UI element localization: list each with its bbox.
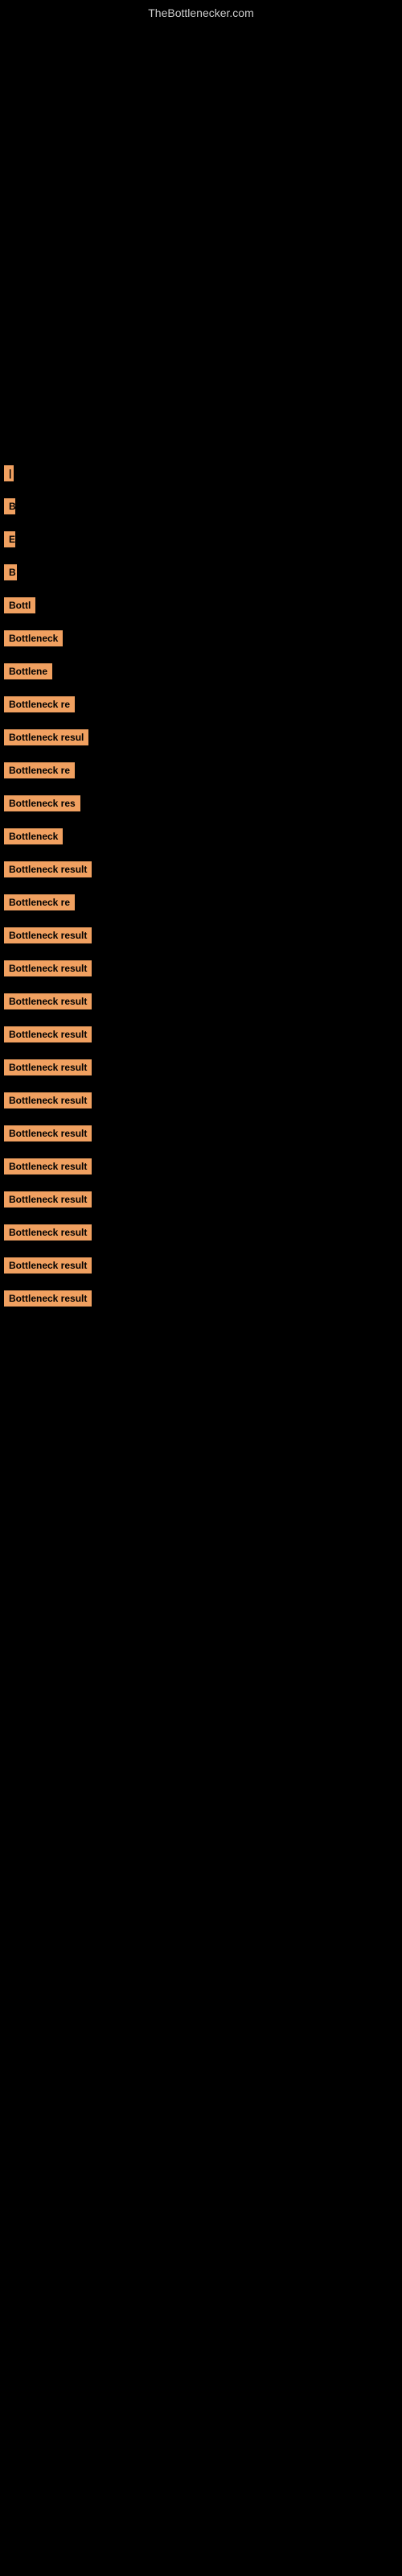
list-item: Bottleneck result [0,1125,402,1152]
bottleneck-label[interactable]: Bottleneck re [4,894,75,910]
list-item: Bottleneck re [0,762,402,789]
bottleneck-label[interactable]: Bottleneck result [4,1158,92,1174]
bottleneck-label[interactable]: Bottleneck re [4,762,75,778]
bottleneck-label[interactable]: Bottleneck result [4,960,92,976]
bottleneck-label[interactable]: Bottleneck [4,630,63,646]
bottleneck-label[interactable]: Bottleneck result [4,1059,92,1075]
bottleneck-label[interactable]: B [4,498,15,514]
list-item: Bottleneck [0,828,402,855]
bottleneck-label[interactable]: Bottleneck result [4,1026,92,1042]
bottleneck-label[interactable]: Bottleneck result [4,861,92,877]
bottleneck-label[interactable]: Bottleneck res [4,795,80,811]
bottleneck-label[interactable]: Bottleneck result [4,1257,92,1274]
bottleneck-label[interactable]: Bottleneck result [4,993,92,1009]
list-item: Bottleneck result [0,927,402,954]
list-item: Bottlene [0,663,402,690]
list-item: | [0,465,402,492]
bottleneck-label[interactable]: | [4,465,14,481]
list-item: Bottleneck resul [0,729,402,756]
bottleneck-label[interactable]: B [4,564,17,580]
bottleneck-label[interactable]: Bottleneck result [4,1125,92,1141]
list-item: Bottleneck result [0,1026,402,1053]
labels-container: | B E B Bottl Bottleneck Bottlene Bottleneck re… [0,465,402,1317]
bottleneck-label[interactable]: Bottleneck result [4,927,92,943]
bottleneck-label[interactable]: Bottl [4,597,35,613]
list-item: Bottleneck result [0,1257,402,1284]
bottleneck-label[interactable]: Bottleneck [4,828,63,844]
list-item: Bottl [0,597,402,624]
list-item: Bottleneck result [0,861,402,888]
bottleneck-label[interactable]: Bottleneck resul [4,729,88,745]
bottleneck-label[interactable]: Bottlene [4,663,52,679]
site-title: TheBottlenecker.com [0,0,402,23]
bottleneck-label[interactable]: Bottleneck re [4,696,75,712]
list-item: Bottleneck result [0,1191,402,1218]
bottleneck-label[interactable]: Bottleneck result [4,1224,92,1241]
list-item: Bottleneck result [0,1224,402,1251]
list-item: E [0,531,402,558]
list-item: Bottleneck result [0,1059,402,1086]
list-item: Bottleneck [0,630,402,657]
list-item: B [0,498,402,525]
list-item: Bottleneck result [0,1290,402,1317]
list-item: Bottleneck re [0,894,402,921]
list-item: Bottleneck res [0,795,402,822]
list-item: Bottleneck result [0,1092,402,1119]
bottleneck-label[interactable]: Bottleneck result [4,1092,92,1108]
list-item: B [0,564,402,591]
list-item: Bottleneck result [0,993,402,1020]
list-item: Bottleneck result [0,1158,402,1185]
site-header: TheBottlenecker.com [0,0,402,23]
bottleneck-label[interactable]: Bottleneck result [4,1290,92,1307]
bottleneck-label[interactable]: Bottleneck result [4,1191,92,1208]
bottleneck-label[interactable]: E [4,531,15,547]
content-area: | B E B Bottl Bottleneck Bottlene Bottleneck re… [0,465,402,1317]
list-item: Bottleneck result [0,960,402,987]
list-item: Bottleneck re [0,696,402,723]
